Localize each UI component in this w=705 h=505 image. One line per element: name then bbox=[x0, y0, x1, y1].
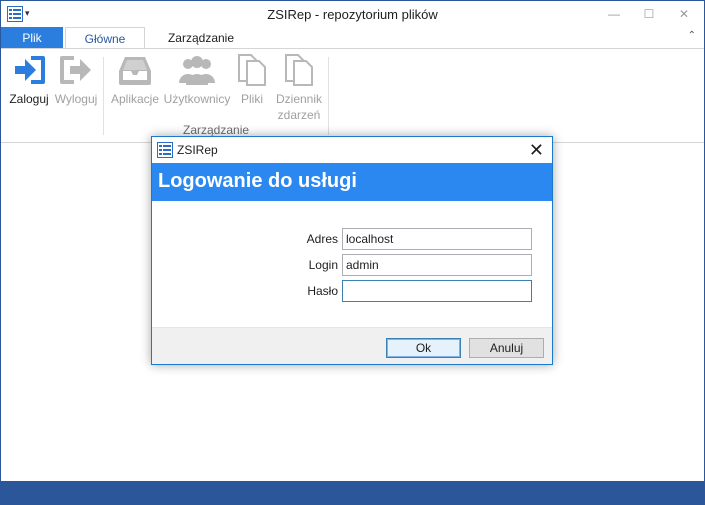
address-input[interactable] bbox=[342, 228, 532, 250]
password-input[interactable] bbox=[342, 280, 532, 302]
files-icon bbox=[238, 54, 266, 86]
login-row: Login bbox=[152, 254, 552, 276]
tab-file[interactable]: Plik bbox=[1, 27, 63, 49]
tab-manage[interactable]: Zarządzanie bbox=[151, 27, 251, 49]
ribbon: Zaloguj Wyloguj Aplikacje Użytkownicy Pl… bbox=[1, 48, 704, 143]
dialog-footer: Ok Anuluj bbox=[152, 327, 552, 364]
window-title: ZSIRep - repozytorium plików bbox=[267, 7, 438, 22]
login-field-label: Login bbox=[308, 258, 338, 272]
minimize-button[interactable]: — bbox=[604, 5, 624, 23]
dialog-heading: Logowanie do usługi bbox=[158, 170, 357, 192]
files-button[interactable]: Pliki bbox=[233, 53, 271, 107]
dialog-header: Logowanie do usługi bbox=[152, 163, 552, 201]
files-label: Pliki bbox=[240, 92, 263, 106]
users-label: Użytkownicy bbox=[163, 92, 231, 106]
logout-icon bbox=[60, 56, 91, 84]
password-label: Hasło bbox=[307, 284, 338, 298]
close-button[interactable]: ✕ bbox=[674, 5, 694, 23]
group-label-manage: Zarządzanie bbox=[183, 123, 250, 137]
app-icon bbox=[157, 142, 173, 158]
event-log-icon bbox=[285, 54, 313, 86]
maximize-button[interactable]: ☐ bbox=[639, 5, 659, 23]
login-label: Zaloguj bbox=[9, 92, 49, 106]
event-log-label-1: Dziennik bbox=[275, 92, 323, 106]
login-input[interactable] bbox=[342, 254, 532, 276]
logout-button[interactable]: Wyloguj bbox=[53, 53, 99, 107]
event-log-label-2: zdarzeń bbox=[277, 108, 321, 122]
ribbon-separator bbox=[103, 57, 104, 135]
cancel-button[interactable]: Anuluj bbox=[469, 338, 544, 358]
address-row: Adres bbox=[152, 228, 552, 250]
login-button[interactable]: Zaloguj bbox=[7, 53, 51, 107]
logout-label: Wyloguj bbox=[54, 92, 98, 106]
tab-home[interactable]: Główne bbox=[65, 27, 145, 50]
users-button[interactable]: Użytkownicy bbox=[163, 53, 231, 107]
login-icon bbox=[15, 56, 45, 84]
dialog-title-bar: ZSIRep ✕ bbox=[152, 137, 552, 163]
ribbon-tabs: Plik Główne Zarządzanie ⌃ bbox=[1, 27, 704, 50]
collapse-ribbon-icon[interactable]: ⌃ bbox=[688, 30, 696, 41]
dialog-title: ZSIRep bbox=[177, 143, 218, 157]
users-icon bbox=[179, 56, 215, 85]
ok-button[interactable]: Ok bbox=[386, 338, 461, 358]
event-log-button[interactable]: Dziennik zdarzeń bbox=[273, 53, 325, 123]
login-dialog: ZSIRep ✕ Logowanie do usługi Adres Login… bbox=[151, 136, 553, 365]
applications-button[interactable]: Aplikacje bbox=[109, 53, 161, 107]
dialog-close-button[interactable]: ✕ bbox=[529, 139, 544, 161]
password-row: Hasło bbox=[152, 280, 552, 302]
inbox-icon bbox=[119, 57, 151, 85]
address-label: Adres bbox=[306, 232, 338, 246]
ribbon-separator bbox=[328, 57, 329, 135]
applications-label: Aplikacje bbox=[110, 92, 160, 106]
title-bar: ▾ ZSIRep - repozytorium plików — ☐ ✕ bbox=[1, 1, 704, 27]
status-bar bbox=[1, 481, 704, 504]
